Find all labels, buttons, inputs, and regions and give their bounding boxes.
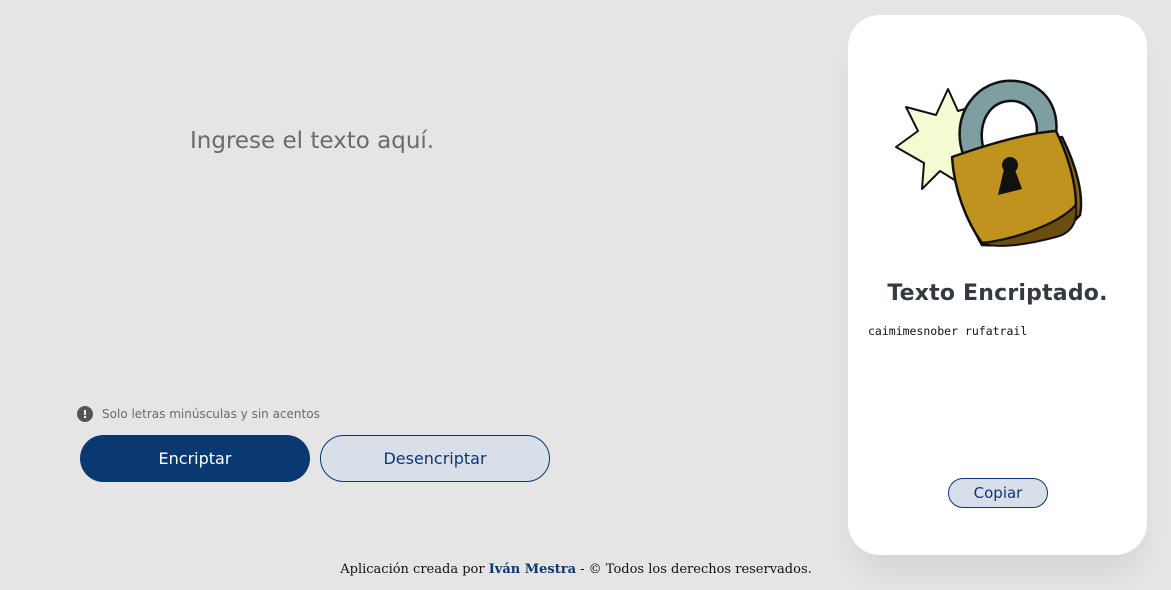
author-link[interactable]: Iván Mestra bbox=[489, 562, 576, 577]
result-panel: Texto Encriptado. caimimesnober rufatrai… bbox=[848, 15, 1147, 555]
padlock-illustration bbox=[886, 75, 1086, 265]
result-output: caimimesnober rufatrail bbox=[868, 324, 1028, 338]
footer: Aplicación creada por Iván Mestra - © To… bbox=[0, 562, 1152, 577]
copy-button[interactable]: Copiar bbox=[948, 478, 1048, 508]
result-title: Texto Encriptado. bbox=[887, 281, 1108, 306]
app-root: ! Solo letras minúsculas y sin acentos E… bbox=[0, 0, 1171, 590]
exclamation-circle-icon: ! bbox=[77, 406, 93, 422]
input-hint: ! Solo letras minúsculas y sin acentos bbox=[77, 406, 320, 422]
encrypt-button[interactable]: Encriptar bbox=[80, 435, 310, 482]
text-input[interactable] bbox=[190, 128, 750, 378]
hint-text: Solo letras minúsculas y sin acentos bbox=[102, 407, 320, 421]
footer-prefix: Aplicación creada por bbox=[340, 562, 489, 577]
footer-suffix: - © Todos los derechos reservados. bbox=[576, 562, 812, 577]
decrypt-button[interactable]: Desencriptar bbox=[320, 435, 550, 482]
